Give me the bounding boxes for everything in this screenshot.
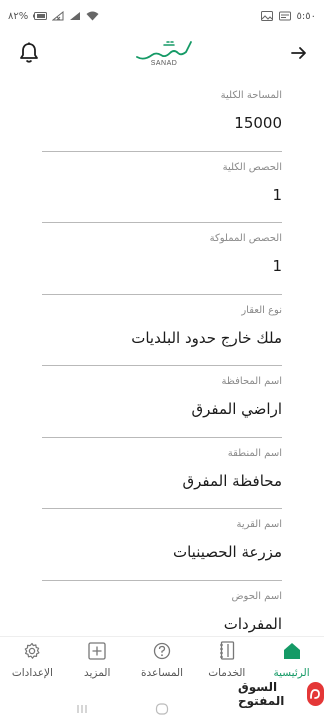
clock: ٥:٥٠	[296, 10, 316, 22]
status-bar: ٨٢% ٥:٥٠	[0, 0, 324, 32]
card-icon	[278, 11, 291, 21]
sanad-logo: SANAD	[134, 40, 194, 67]
services-icon	[216, 641, 238, 661]
field-label: اسم الحوض	[231, 590, 282, 602]
home-button-icon[interactable]	[155, 700, 169, 719]
battery-icon	[33, 12, 48, 20]
plus-square-icon	[86, 641, 108, 661]
field-owned-shares: الحصص المملوكة 1	[42, 223, 282, 295]
field-value: 1	[272, 257, 282, 275]
field-label: اسم المنطقة	[227, 447, 282, 459]
field-property-type: نوع العقار ملك خارج حدود البلديات	[42, 295, 282, 366]
field-label: اسم القرية	[236, 519, 282, 530]
home-icon	[281, 641, 303, 661]
photo-icon	[260, 11, 273, 21]
nav-settings[interactable]: الإعدادات	[0, 641, 64, 679]
field-region: اسم المنطقة محافظة المفرق	[42, 438, 283, 509]
logo-brand-text: SANAD	[150, 59, 178, 67]
gear-icon	[21, 641, 43, 661]
field-total-shares: الحصص الكلية 1	[42, 152, 282, 223]
nav-more[interactable]: المزيد	[65, 641, 129, 679]
recent-apps-icon[interactable]	[76, 700, 90, 719]
opensooq-text: السوق المفتوح	[238, 680, 285, 708]
help-icon	[151, 641, 173, 661]
field-value: 1	[272, 185, 282, 204]
field-governorate: اسم المحافظة اراضي المفرق	[42, 366, 282, 438]
opensooq-logo-icon	[306, 682, 324, 706]
property-details-form: المساحة الكلية 15000 الحصص الكلية 1 الحص…	[42, 80, 282, 652]
signal-4g-icon	[70, 12, 81, 20]
field-village: اسم القرية مزرعة الحصينيات	[42, 509, 282, 581]
signal-icon	[52, 11, 64, 21]
field-value: محافظة المفرق	[182, 471, 283, 490]
nav-label: المزيد	[83, 667, 111, 679]
nav-label: المساعدة	[140, 667, 183, 679]
bell-icon[interactable]	[18, 42, 40, 64]
nav-label: الرئيسية	[273, 667, 310, 679]
field-value: مزرعة الحصينيات	[172, 543, 282, 561]
status-indicators: ٨٢%	[8, 11, 99, 22]
nav-services[interactable]: الخدمات	[195, 641, 259, 679]
field-value: ملك خارج حدود البلديات	[131, 328, 282, 347]
field-value: 15000	[234, 114, 282, 132]
field-label: الحصص الكلية	[222, 161, 282, 173]
field-label: الحصص المملوكة	[209, 233, 282, 244]
battery-level: ٨٢%	[8, 10, 29, 22]
arrow-right-icon[interactable]	[288, 42, 310, 64]
nav-help[interactable]: المساعدة	[130, 641, 194, 679]
field-value: اراضي المفرق	[191, 400, 283, 418]
field-label: نوع العقار	[241, 304, 282, 316]
field-total-area: المساحة الكلية 15000	[42, 80, 282, 152]
nav-home[interactable]: الرئيسية	[260, 641, 324, 679]
nav-label: الخدمات	[208, 667, 246, 679]
field-value: المفردات	[223, 614, 282, 633]
opensooq-watermark: السوق المفتوح	[238, 680, 324, 708]
status-time-area: ٥:٥٠	[260, 10, 316, 22]
sanad-logo-mark	[136, 40, 192, 59]
nav-label: الإعدادات	[11, 667, 53, 679]
wifi-icon	[86, 11, 99, 21]
field-label: المساحة الكلية	[220, 90, 282, 101]
app-header: SANAD	[0, 32, 324, 74]
field-label: اسم المحافظة	[221, 376, 282, 387]
